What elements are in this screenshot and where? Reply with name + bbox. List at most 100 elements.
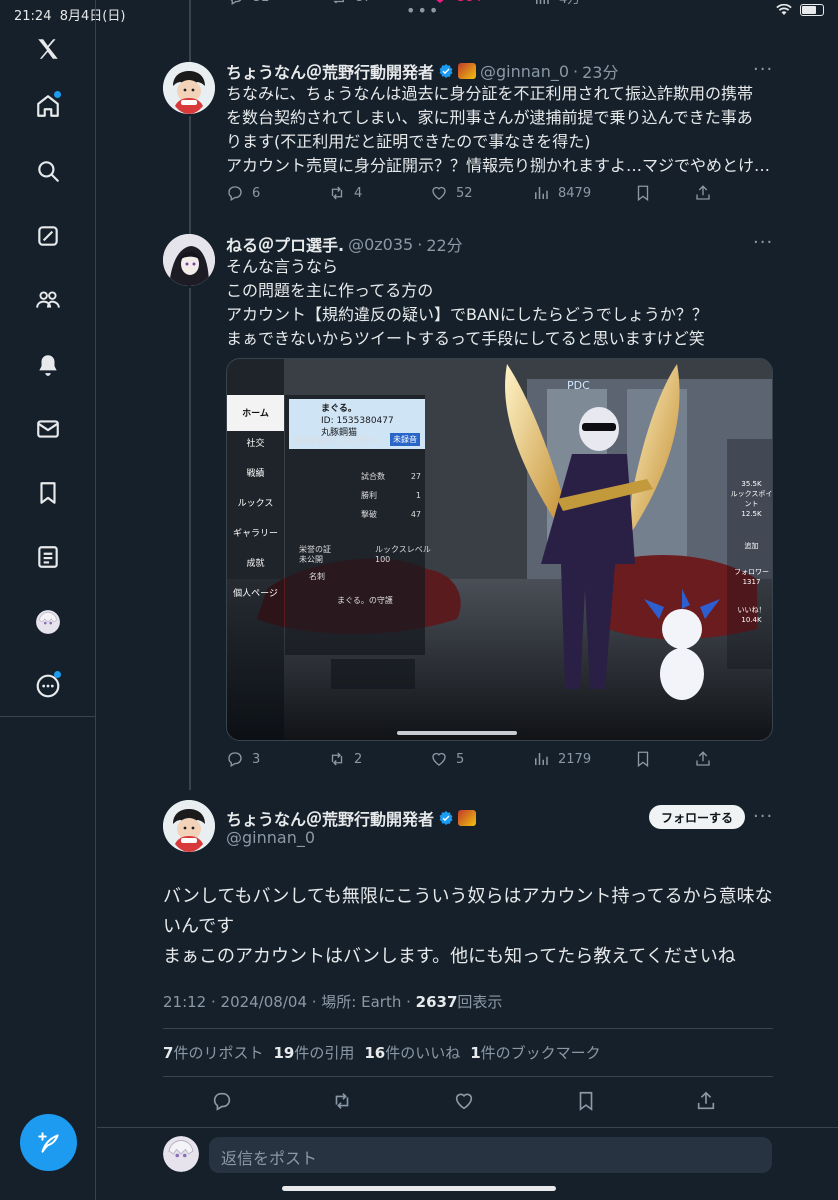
more-options-icon[interactable]: ··· <box>753 59 773 80</box>
bookmarks-stat[interactable]: 1件のブックマーク <box>470 1042 600 1063</box>
share-icon <box>696 751 710 766</box>
game-right-stats: 35.5K ルックスポイント 12.5K 追加 フォロワー 1317 いいね！ 10.4… <box>730 480 773 624</box>
tweet-media-image[interactable]: PDC ホーム 社交 戦績 ルックス ギャラリー 成就 個人ページ まぐる。 I… <box>226 358 773 741</box>
avatar[interactable] <box>163 234 215 286</box>
game-unread-button: 未録音 <box>390 433 420 446</box>
tweet-text: そんな言うなら この問題を主に作ってる方の アカウント【規約違反の疑い】でBAN… <box>226 257 708 348</box>
tweet-actions: 6 4 52 8479 <box>226 184 746 206</box>
bookmark-icon <box>637 185 649 202</box>
views-button[interactable]: 4万 <box>533 0 580 7</box>
game-menu-item[interactable]: 社交 <box>227 429 284 459</box>
partial-tweet-actions: 52 87 384 4万 <box>227 0 747 10</box>
more-options-icon[interactable]: ··· <box>753 806 773 827</box>
x-logo-icon[interactable] <box>33 34 63 64</box>
reply-icon[interactable] <box>211 1090 233 1112</box>
game-menu-item[interactable]: 成就 <box>227 549 284 579</box>
likes-stat[interactable]: 16件のいいね <box>364 1042 460 1063</box>
affiliate-badge-icon <box>458 810 477 826</box>
home-icon[interactable] <box>33 91 63 121</box>
avatar[interactable] <box>163 62 215 114</box>
game-menu-item[interactable]: ホーム <box>227 399 284 429</box>
profile-avatar[interactable] <box>33 607 63 637</box>
reposts-stat[interactable]: 7件のリポスト <box>163 1042 263 1063</box>
repost-icon <box>331 186 343 200</box>
more-icon[interactable] <box>33 671 63 701</box>
follow-button[interactable]: フォローする <box>649 805 745 829</box>
main-column: 52 87 384 4万 ちょうなん＠荒野行動開発者 @ginnan_0 · 2… <box>97 0 838 1200</box>
handle[interactable]: @ginnan_0 <box>226 828 315 847</box>
game-menu-item[interactable]: 戦績 <box>227 459 284 489</box>
home-indicator[interactable] <box>282 1186 556 1191</box>
communities-icon[interactable] <box>33 285 63 315</box>
repost-icon[interactable] <box>331 1090 353 1112</box>
views-button[interactable]: 8479 <box>532 184 591 202</box>
reply-input[interactable]: 返信をポスト <box>209 1137 772 1173</box>
views-icon <box>535 187 548 199</box>
tweet-actions: 3 2 5 2179 <box>226 750 746 772</box>
lists-icon[interactable] <box>33 542 63 572</box>
more-options-icon[interactable]: ··· <box>753 232 773 253</box>
handle[interactable]: @0z035 <box>348 235 413 254</box>
game-honor: 栄誉の証 未公開 <box>299 545 331 564</box>
engagement-stats: 7件のリポスト 19件の引用 16件のいいね 1件のブックマーク <box>163 1042 601 1063</box>
game-profile-card: まぐる。 ID: 1535380477 丸豚鋼猫 <box>321 404 394 438</box>
repost-button[interactable]: 87 <box>329 0 372 6</box>
bookmark-button[interactable] <box>634 184 652 202</box>
detail-handle-row: @ginnan_0 <box>226 828 315 847</box>
reply-icon <box>228 186 242 201</box>
like-button[interactable]: 5 <box>430 750 464 768</box>
repost-icon <box>331 752 343 766</box>
repost-button[interactable]: 4 <box>328 184 362 202</box>
handle[interactable]: @ginnan_0 <box>480 62 569 81</box>
reply-button[interactable]: 6 <box>226 184 260 202</box>
game-menu-item[interactable]: ギャラリー <box>227 519 284 549</box>
tweet-text: ちなみに、ちょうなんは過去に身分証を不正利用されて振込詐欺用の携帯 を数台契約さ… <box>226 84 771 175</box>
display-name[interactable]: ちょうなん＠荒野行動開発者 <box>226 59 434 83</box>
tweet-meta: 21:12 · 2024/08/04 · 場所: Earth · 2637回表示 <box>163 993 503 1011</box>
reply-button[interactable]: 3 <box>226 750 260 768</box>
share-icon <box>696 185 710 200</box>
grok-icon[interactable] <box>33 221 63 251</box>
heart-icon[interactable] <box>453 1090 475 1112</box>
timestamp[interactable]: 22分 <box>426 232 462 256</box>
detail-tweet-text: バンしてもバンしても無限にこういう奴らはアカウント持ってるから意味な いんです … <box>163 886 773 967</box>
game-menu-item[interactable]: 個人ページ <box>227 579 284 609</box>
repost-button[interactable]: 2 <box>328 750 362 768</box>
sidebar <box>0 0 96 1200</box>
share-button[interactable] <box>694 184 712 202</box>
bookmark-icon[interactable] <box>575 1090 597 1112</box>
compose-icon <box>37 1131 59 1153</box>
messages-icon[interactable] <box>33 414 63 444</box>
tweet-header: ちょうなん＠荒野行動開発者 @ginnan_0 · 23分 <box>226 59 619 83</box>
avatar[interactable] <box>163 800 215 852</box>
views-button[interactable]: 2179 <box>532 750 591 768</box>
bookmarks-icon[interactable] <box>33 478 63 508</box>
timestamp[interactable]: 23分 <box>582 59 618 83</box>
display-name[interactable]: ちょうなん＠荒野行動開発者 <box>226 806 434 830</box>
game-guard-label: まぐる。の守護 <box>337 596 393 605</box>
search-icon[interactable] <box>33 156 63 186</box>
sidebar-divider <box>0 716 96 717</box>
more-unread-dot <box>54 671 61 678</box>
bookmark-button[interactable] <box>634 750 652 768</box>
display-name[interactable]: ねる＠プロ選手. <box>226 232 344 256</box>
game-menu-item[interactable]: ルックス <box>227 489 284 519</box>
reply-button[interactable]: 52 <box>227 0 270 6</box>
my-avatar <box>163 1136 199 1172</box>
divider <box>163 1076 773 1077</box>
notifications-icon[interactable] <box>33 350 63 380</box>
share-icon[interactable] <box>695 1090 717 1112</box>
like-button[interactable]: 52 <box>430 184 473 202</box>
quotes-stat[interactable]: 19件の引用 <box>273 1042 354 1063</box>
divider <box>163 1028 773 1029</box>
share-button[interactable] <box>694 750 712 768</box>
compose-button[interactable] <box>20 1114 77 1171</box>
game-side-menu: ホーム 社交 戦績 ルックス ギャラリー 成就 個人ページ <box>227 399 284 609</box>
tweet-time-location[interactable]: 21:12 · 2024/08/04 · 場所: Earth · <box>163 993 416 1011</box>
game-looks-level: ルックスレベル 100 <box>375 545 431 564</box>
like-button[interactable]: 384 <box>431 0 482 6</box>
view-count: 2637 <box>415 993 458 1011</box>
game-declaration: 宣言を設定していません <box>293 436 381 445</box>
hud-title: PDC <box>567 379 590 392</box>
thread-line <box>189 288 191 790</box>
